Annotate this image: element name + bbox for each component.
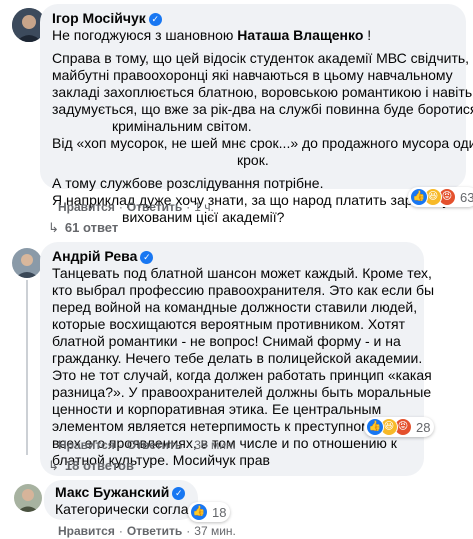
- reply-button[interactable]: Ответить: [127, 438, 182, 452]
- comment-time[interactable]: 1 ч.: [194, 200, 214, 214]
- avatar-photo-icon: [14, 484, 42, 512]
- avatar[interactable]: [12, 248, 42, 278]
- verified-badge-icon: ✓: [172, 487, 186, 500]
- comment-3: Макс Бужанский ✓ Категорически согласен) …: [0, 478, 473, 539]
- comment-time[interactable]: 39 мин.: [194, 438, 236, 452]
- comment-2: Андрій Рева ✓ Танцевать под блатной шансо…: [0, 240, 473, 476]
- reaction-summary[interactable]: 👍 😆 😡 63: [408, 187, 473, 207]
- comment-actions: Нравится · Ответить · 1 ч.: [58, 200, 214, 214]
- avatar[interactable]: [14, 484, 42, 512]
- comment-author[interactable]: Ігор Мосійчук ✓: [52, 10, 162, 26]
- comment-actions: Нравится · Ответить · 37 мин.: [58, 524, 236, 538]
- like-reaction-icon: 👍: [410, 188, 428, 206]
- reaction-count: 28: [416, 419, 431, 435]
- reply-arrow-icon: ↳: [48, 220, 59, 235]
- mention-link[interactable]: Наташа Влащенко: [237, 27, 363, 43]
- thread-line: [26, 280, 28, 455]
- reaction-count: 18: [212, 504, 227, 520]
- reply-button[interactable]: Ответить: [127, 200, 182, 214]
- reply-button[interactable]: Ответить: [127, 524, 182, 538]
- reaction-count: 63: [460, 189, 473, 205]
- reply-arrow-icon: ↳: [48, 458, 59, 473]
- like-button[interactable]: Нравится: [58, 524, 115, 538]
- like-button[interactable]: Нравится: [58, 438, 115, 452]
- like-reaction-icon: 👍: [190, 503, 208, 521]
- like-button[interactable]: Нравится: [58, 200, 115, 214]
- view-replies-link[interactable]: ↳ 18 ответов: [48, 458, 134, 474]
- verified-badge-icon: ✓: [140, 251, 154, 264]
- reaction-summary[interactable]: 👍 18: [188, 502, 231, 522]
- like-reaction-icon: 👍: [366, 418, 384, 436]
- comment-author[interactable]: Андрій Рева ✓: [52, 248, 154, 264]
- comment-author[interactable]: Макс Бужанский ✓: [55, 484, 186, 500]
- comment-time[interactable]: 37 мин.: [194, 524, 236, 538]
- avatar-photo-icon: [12, 248, 42, 278]
- view-replies-link[interactable]: ↳ 61 ответ: [48, 220, 118, 236]
- verified-badge-icon: ✓: [148, 13, 162, 26]
- comment-actions: Нравится · Ответить · 39 мин.: [58, 438, 236, 452]
- comment-1: Ігор Мосійчук ✓ Не погоджуюся з шановною …: [0, 0, 473, 240]
- reaction-summary[interactable]: 👍 😆 😡 28: [364, 417, 435, 437]
